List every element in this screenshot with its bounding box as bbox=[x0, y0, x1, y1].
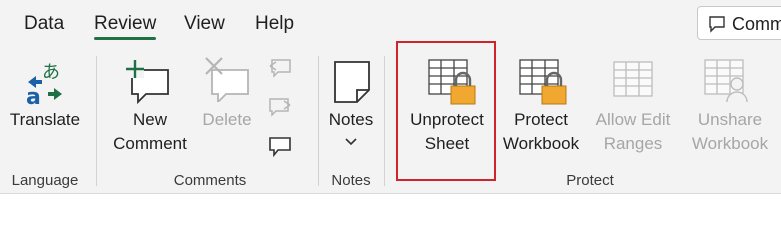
allow-edit-ranges-label-2: Ranges bbox=[603, 134, 663, 153]
group-comments-label: Comments bbox=[173, 172, 247, 189]
group-protect-label: Protect bbox=[566, 172, 614, 189]
svg-text:あ: あ bbox=[42, 62, 60, 83]
allow-edit-ranges-label-1: Allow Edit bbox=[595, 110, 671, 129]
unshare-workbook-label-2: Workbook bbox=[691, 134, 769, 153]
tab-data[interactable]: Data bbox=[24, 13, 64, 35]
unshare-workbook-label-1: Unshare bbox=[697, 110, 763, 129]
tab-view[interactable]: View bbox=[184, 13, 225, 35]
allow-edit-ranges-icon bbox=[613, 61, 653, 97]
tab-help[interactable]: Help bbox=[255, 13, 294, 35]
chevron-down-icon bbox=[345, 138, 357, 146]
ribbon-tab-bar: Data Review View Help Comm bbox=[0, 0, 781, 46]
protect-workbook-icon bbox=[519, 59, 567, 105]
show-comments-icon[interactable] bbox=[268, 136, 292, 158]
new-comment-label-1: New bbox=[132, 110, 167, 129]
group-notes-label: Notes bbox=[331, 172, 371, 189]
new-comment-icon bbox=[126, 60, 169, 105]
notes-label: Notes bbox=[328, 110, 374, 129]
tab-review[interactable]: Review bbox=[94, 13, 156, 35]
translate-label: Translate bbox=[9, 110, 81, 129]
delete-label: Delete bbox=[202, 110, 252, 129]
previous-comment-icon[interactable] bbox=[268, 58, 292, 78]
next-comment-icon[interactable] bbox=[268, 97, 292, 117]
group-separator bbox=[384, 56, 385, 186]
notes-icon bbox=[334, 61, 370, 103]
sheet-area bbox=[0, 194, 781, 242]
translate-icon: あ a bbox=[26, 62, 62, 106]
protect-workbook-label-2: Workbook bbox=[502, 134, 580, 153]
comments-button[interactable]: Comm bbox=[697, 6, 781, 40]
comment-icon bbox=[709, 16, 725, 33]
comments-button-label: Comm bbox=[732, 14, 781, 34]
active-tab-indicator bbox=[94, 37, 156, 40]
protect-workbook-label-1: Protect bbox=[514, 110, 568, 129]
group-language-label: Language bbox=[11, 172, 79, 189]
group-separator bbox=[318, 56, 319, 186]
delete-comment-icon bbox=[205, 57, 249, 102]
unshare-workbook-icon bbox=[704, 59, 748, 103]
svg-text:a: a bbox=[26, 85, 41, 106]
new-comment-label-2: Comment bbox=[113, 134, 187, 153]
highlight-box bbox=[396, 41, 496, 181]
group-separator bbox=[96, 56, 97, 186]
